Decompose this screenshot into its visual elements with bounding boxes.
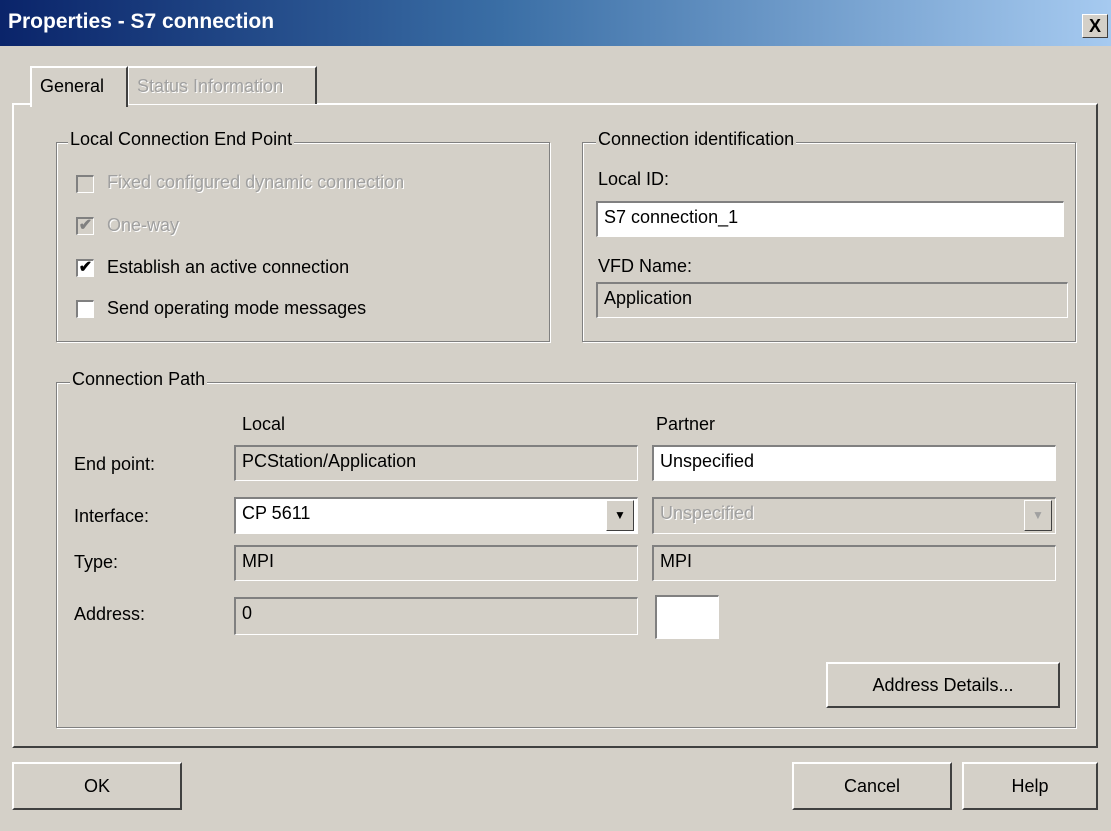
ok-button[interactable]: OK bbox=[12, 762, 182, 810]
partner-end-point-input[interactable]: Unspecified bbox=[652, 445, 1056, 481]
send-mode-messages-checkbox[interactable] bbox=[76, 300, 94, 318]
type-label: Type: bbox=[74, 552, 119, 572]
tab-status-information[interactable]: Status Information bbox=[127, 66, 317, 104]
local-column-header: Local bbox=[242, 414, 286, 434]
partner-address-input[interactable] bbox=[655, 595, 719, 639]
local-id-input[interactable]: S7 connection_1 bbox=[596, 201, 1064, 237]
connection-id-legend: Connection identification bbox=[596, 129, 797, 150]
tab-general[interactable]: General bbox=[30, 66, 128, 107]
local-address-field: 0 bbox=[234, 597, 638, 635]
address-label: Address: bbox=[74, 604, 146, 624]
chevron-down-icon: ▼ bbox=[614, 508, 626, 522]
local-interface-select[interactable]: CP 5611 bbox=[234, 497, 638, 534]
vfd-name-field: Application bbox=[596, 282, 1068, 318]
fixed-dynamic-checkbox[interactable] bbox=[76, 175, 94, 193]
one-way-label: One-way bbox=[107, 215, 180, 235]
establish-active-checkbox[interactable]: ✔ bbox=[76, 259, 94, 277]
window-title: Properties - S7 connection bbox=[8, 10, 275, 33]
partner-interface-dropdown-button[interactable]: ▼ bbox=[1024, 500, 1052, 531]
address-details-button[interactable]: Address Details... bbox=[826, 662, 1060, 708]
help-button[interactable]: Help bbox=[962, 762, 1098, 810]
local-interface-dropdown-button[interactable]: ▼ bbox=[606, 500, 634, 531]
chevron-down-icon: ▼ bbox=[1032, 508, 1044, 522]
establish-active-label: Establish an active connection bbox=[107, 257, 350, 277]
send-mode-messages-label: Send operating mode messages bbox=[107, 298, 367, 318]
partner-column-header: Partner bbox=[656, 414, 716, 434]
interface-label: Interface: bbox=[74, 506, 150, 526]
close-icon: X bbox=[1088, 16, 1101, 36]
connection-path-legend: Connection Path bbox=[70, 369, 208, 390]
local-type-field: MPI bbox=[234, 545, 638, 581]
local-end-point-field: PCStation/Application bbox=[234, 445, 638, 481]
close-button[interactable]: X bbox=[1082, 14, 1108, 38]
cancel-button[interactable]: Cancel bbox=[792, 762, 952, 810]
partner-interface-select[interactable]: Unspecified bbox=[652, 497, 1056, 534]
fixed-dynamic-label: Fixed configured dynamic connection bbox=[107, 172, 405, 192]
end-point-label: End point: bbox=[74, 454, 156, 474]
partner-type-field: MPI bbox=[652, 545, 1056, 581]
local-id-label: Local ID: bbox=[598, 169, 670, 189]
local-endpoint-legend: Local Connection End Point bbox=[68, 129, 295, 150]
vfd-name-label: VFD Name: bbox=[598, 256, 693, 276]
one-way-checkbox[interactable]: ✔ bbox=[76, 217, 94, 235]
